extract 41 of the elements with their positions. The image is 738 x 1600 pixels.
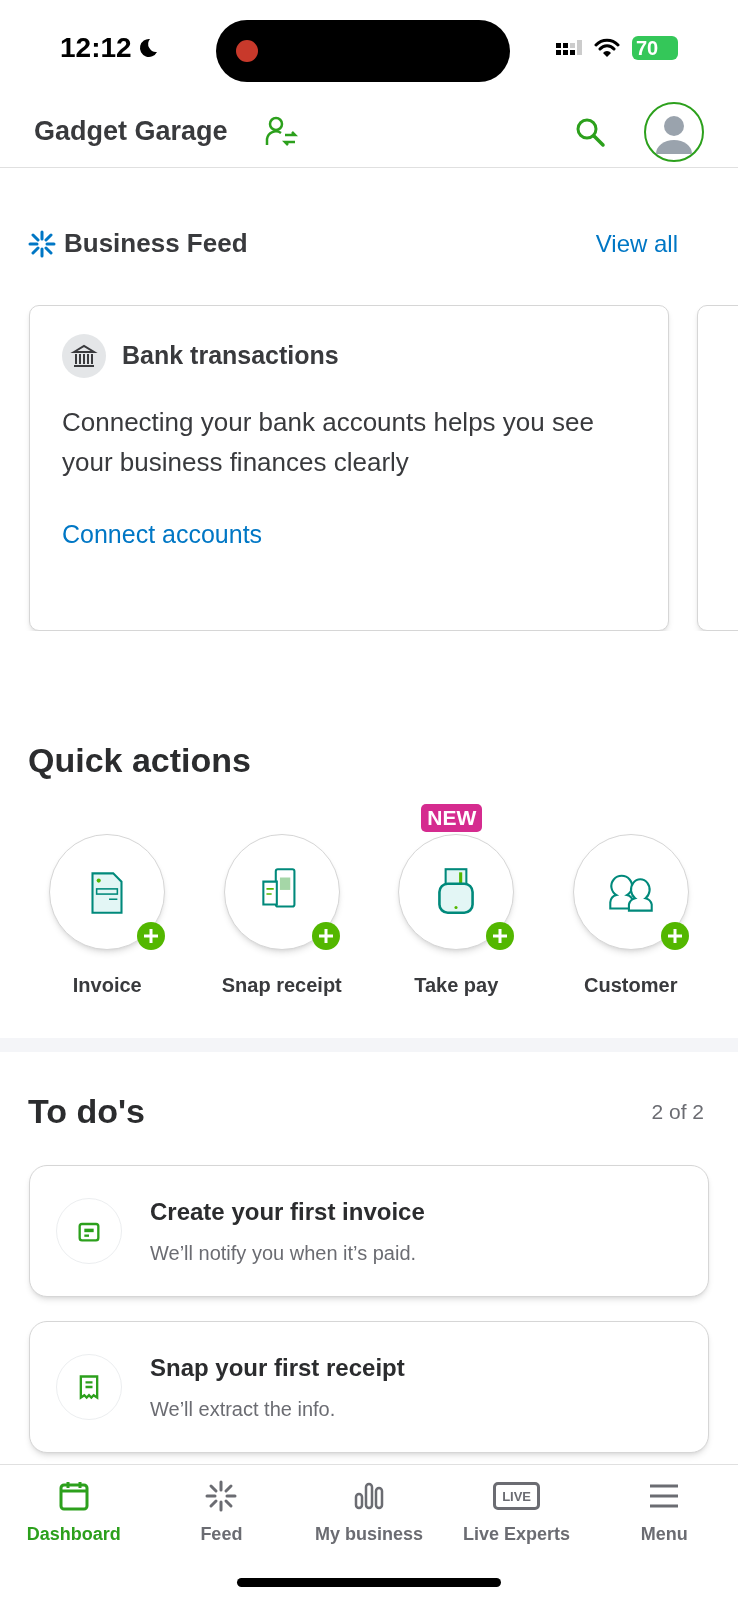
todo-card[interactable]: Snap your first receipt We’ll extract the info. bbox=[29, 1321, 709, 1453]
sparkle-icon bbox=[28, 229, 56, 258]
company-name: Gadget Garage bbox=[34, 115, 228, 149]
avatar[interactable] bbox=[644, 101, 704, 162]
bank-icon bbox=[62, 334, 106, 378]
battery-level: 70 bbox=[636, 38, 659, 58]
plus-icon bbox=[660, 922, 689, 950]
card-title: Bank transactions bbox=[122, 340, 339, 372]
todo-count: 2 of 2 bbox=[651, 1098, 704, 1125]
card-description: Connecting your bank accounts helps you see your business finances clearly bbox=[62, 406, 595, 479]
plus-icon bbox=[311, 922, 340, 950]
quick-action-button[interactable] bbox=[398, 834, 515, 950]
action-label: Snap receipt bbox=[221, 973, 342, 998]
connect-accounts-link[interactable]: Connect accounts bbox=[62, 516, 636, 554]
action-label: Take pay bbox=[414, 973, 499, 998]
todo-title: Create your first invoice bbox=[150, 1197, 425, 1227]
new-badge: NEW bbox=[421, 804, 483, 832]
nav-tab[interactable]: My business bbox=[295, 1479, 443, 1548]
clock-time: 12:12 bbox=[60, 31, 132, 65]
plus-icon bbox=[137, 922, 166, 950]
bar-chart-icon bbox=[353, 1480, 385, 1512]
todo-title: Snap your first receipt bbox=[150, 1353, 405, 1383]
nav-tab[interactable]: Menu bbox=[590, 1479, 738, 1548]
todo-subtitle: We’ll notify you when it’s paid. bbox=[150, 1241, 418, 1266]
nav-tab[interactable]: LIVE Live Experts bbox=[442, 1479, 591, 1548]
view-all-link[interactable]: View all bbox=[595, 225, 678, 262]
live-icon: LIVE bbox=[493, 1482, 541, 1510]
wifi-icon bbox=[594, 37, 620, 59]
section-title: Business Feed bbox=[64, 227, 248, 260]
nav-tab[interactable]: Feed bbox=[147, 1479, 296, 1548]
sparkle-icon bbox=[205, 1480, 238, 1512]
action-label: Invoice bbox=[72, 973, 142, 998]
section-heading: To do's bbox=[28, 1091, 145, 1132]
action-label: Customer bbox=[584, 973, 678, 998]
nav-tab[interactable]: Dashboard bbox=[0, 1479, 148, 1548]
section-heading: Quick actions bbox=[27, 740, 252, 781]
todo-card[interactable]: Create your first invoice We’ll notify you when it’s paid. bbox=[29, 1165, 709, 1297]
plus-icon bbox=[486, 922, 515, 950]
calendar-icon bbox=[57, 1480, 90, 1512]
signal-icon bbox=[556, 40, 582, 56]
todo-subtitle: We’ll extract the info. bbox=[150, 1397, 337, 1422]
